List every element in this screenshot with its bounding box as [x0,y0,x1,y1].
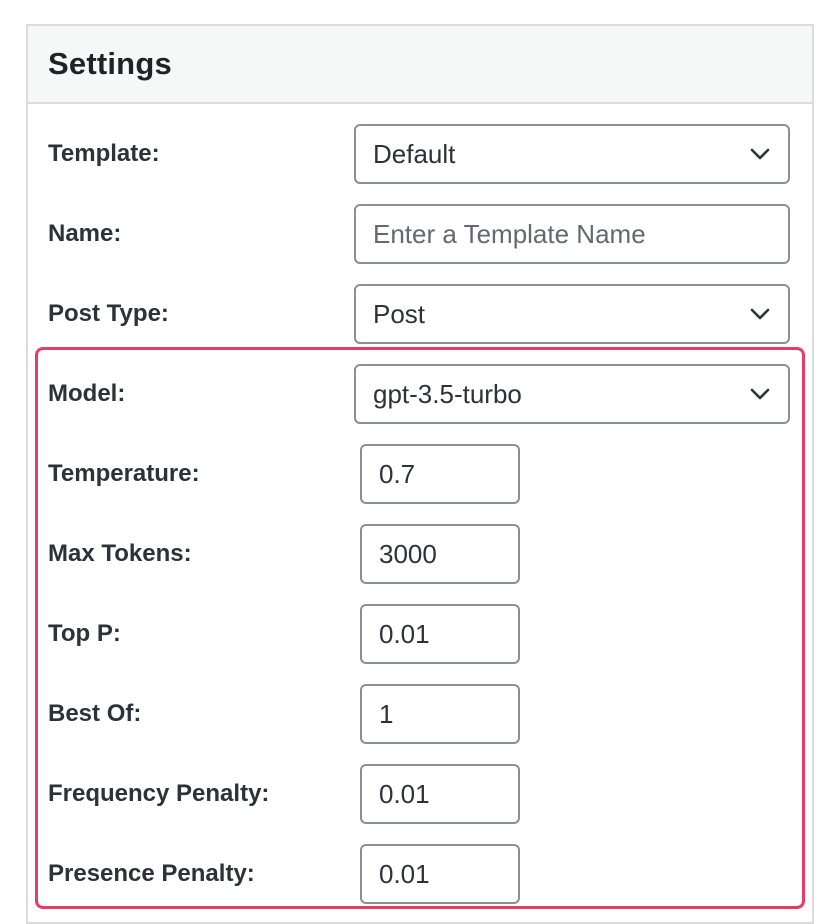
model-row: Model: gpt-3.5-turbo [28,364,812,424]
frequency-penalty-input[interactable]: 0.01 [360,764,520,824]
temperature-value: 0.7 [379,458,416,489]
presence-penalty-label: Presence Penalty: [48,860,255,887]
template-row: Template: Default [28,124,812,184]
name-row: Name: Enter a Template Name [28,204,812,264]
name-label: Name: [48,220,122,247]
temperature-row: Temperature: 0.7 [28,444,812,504]
chevron-down-icon [750,308,770,320]
model-select-value: gpt-3.5-turbo [373,378,522,409]
post-type-select-value: Post [373,298,426,329]
best-of-input[interactable]: 1 [360,684,520,744]
name-input-placeholder: Enter a Template Name [373,218,646,249]
frequency-penalty-label: Frequency Penalty: [48,780,270,807]
post-type-label: Post Type: [48,300,169,327]
temperature-input[interactable]: 0.7 [360,444,520,504]
settings-panel: Settings Template: Default Name: Enter a… [26,24,814,924]
max-tokens-row: Max Tokens: 3000 [28,524,812,584]
max-tokens-label: Max Tokens: [48,540,192,567]
post-type-row: Post Type: Post [28,284,812,344]
post-type-select[interactable]: Post [354,284,790,344]
best-of-label: Best Of: [48,700,142,727]
frequency-penalty-row: Frequency Penalty: 0.01 [28,764,812,824]
top-p-label: Top P: [48,620,121,647]
presence-penalty-row: Presence Penalty: 0.01 [28,844,812,904]
max-tokens-value: 3000 [379,538,437,569]
template-label: Template: [48,140,160,167]
best-of-value: 1 [379,698,394,729]
frequency-penalty-value: 0.01 [379,778,430,809]
panel-title: Settings [48,46,172,81]
presence-penalty-input[interactable]: 0.01 [360,844,520,904]
best-of-row: Best Of: 1 [28,684,812,744]
model-label: Model: [48,380,126,407]
settings-header: Settings [28,26,812,104]
name-input[interactable]: Enter a Template Name [354,204,790,264]
top-p-value: 0.01 [379,618,430,649]
top-p-input[interactable]: 0.01 [360,604,520,664]
chevron-down-icon [750,388,770,400]
temperature-label: Temperature: [48,460,200,487]
template-select[interactable]: Default [354,124,790,184]
max-tokens-input[interactable]: 3000 [360,524,520,584]
template-select-value: Default [373,138,456,169]
chevron-down-icon [750,148,770,160]
presence-penalty-value: 0.01 [379,858,430,889]
top-p-row: Top P: 0.01 [28,604,812,664]
model-select[interactable]: gpt-3.5-turbo [354,364,790,424]
